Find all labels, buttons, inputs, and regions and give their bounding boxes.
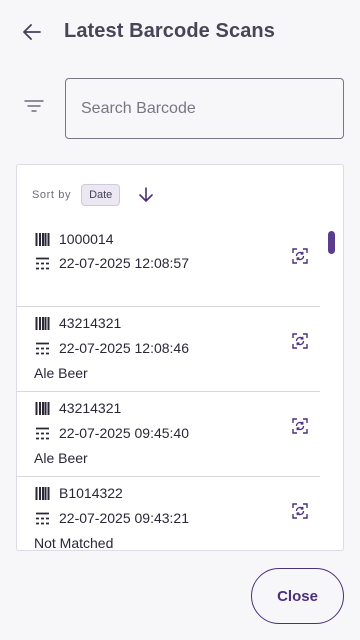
barcode-icon xyxy=(34,315,50,331)
scan-datetime: 22-07-2025 12:08:57 xyxy=(59,255,189,271)
arrow-left-icon xyxy=(23,24,41,40)
sort-field-chip[interactable]: Date xyxy=(81,184,121,206)
sort-direction-button[interactable] xyxy=(136,185,156,205)
filter-button[interactable] xyxy=(20,94,48,118)
barcode-icon xyxy=(34,231,50,247)
scan-datetime: 22-07-2025 09:45:40 xyxy=(59,425,189,441)
back-button[interactable] xyxy=(18,20,46,44)
sort-row: Sort by Date xyxy=(32,183,156,207)
rescan-button[interactable] xyxy=(288,329,312,353)
rescan-button[interactable] xyxy=(288,499,312,523)
barcode-icon xyxy=(34,485,50,501)
calendar-icon xyxy=(34,510,50,526)
barcode-icon xyxy=(34,400,50,416)
scrollbar-thumb[interactable] xyxy=(328,231,335,254)
calendar-icon xyxy=(34,425,50,441)
match-label: Ale Beer xyxy=(34,365,88,381)
list-item[interactable]: 43214321 22-07-2025 09:45:40 Ale Beer xyxy=(17,392,320,477)
calendar-icon xyxy=(34,340,50,356)
list-item[interactable]: 1000014 22-07-2025 12:08:57 xyxy=(17,221,320,307)
arrow-down-icon xyxy=(139,187,154,202)
rescan-button[interactable] xyxy=(288,244,312,268)
match-label: Not Matched xyxy=(34,535,114,551)
list-item[interactable]: 43214321 22-07-2025 12:08:46 Ale Beer xyxy=(17,307,320,392)
scan-list-panel: Sort by Date 1000014 22-07-2025 12:08:57 xyxy=(16,164,344,551)
scan-datetime: 22-07-2025 12:08:46 xyxy=(59,340,189,356)
scan-datetime: 22-07-2025 09:43:21 xyxy=(59,510,189,526)
search-input[interactable] xyxy=(65,78,344,139)
barcode-value: 1000014 xyxy=(59,231,114,247)
barcode-value: 43214321 xyxy=(59,315,122,331)
page-title: Latest Barcode Scans xyxy=(64,20,275,42)
filter-icon xyxy=(24,100,44,112)
barcode-value: 43214321 xyxy=(59,400,122,416)
close-button[interactable]: Close xyxy=(251,568,344,624)
rescan-button[interactable] xyxy=(288,414,312,438)
calendar-icon xyxy=(34,255,50,271)
scan-list: 1000014 22-07-2025 12:08:57 43214321 22-… xyxy=(17,221,320,551)
app-header: Latest Barcode Scans xyxy=(0,0,360,64)
scan-refresh-icon xyxy=(292,333,308,349)
list-item[interactable]: B1014322 22-07-2025 09:43:21 Not Matched xyxy=(17,477,320,551)
barcode-value: B1014322 xyxy=(59,485,123,501)
scan-refresh-icon xyxy=(292,418,308,434)
scan-refresh-icon xyxy=(292,503,308,519)
scan-refresh-icon xyxy=(292,248,308,264)
sort-label: Sort by xyxy=(32,189,72,201)
match-label: Ale Beer xyxy=(34,450,88,466)
